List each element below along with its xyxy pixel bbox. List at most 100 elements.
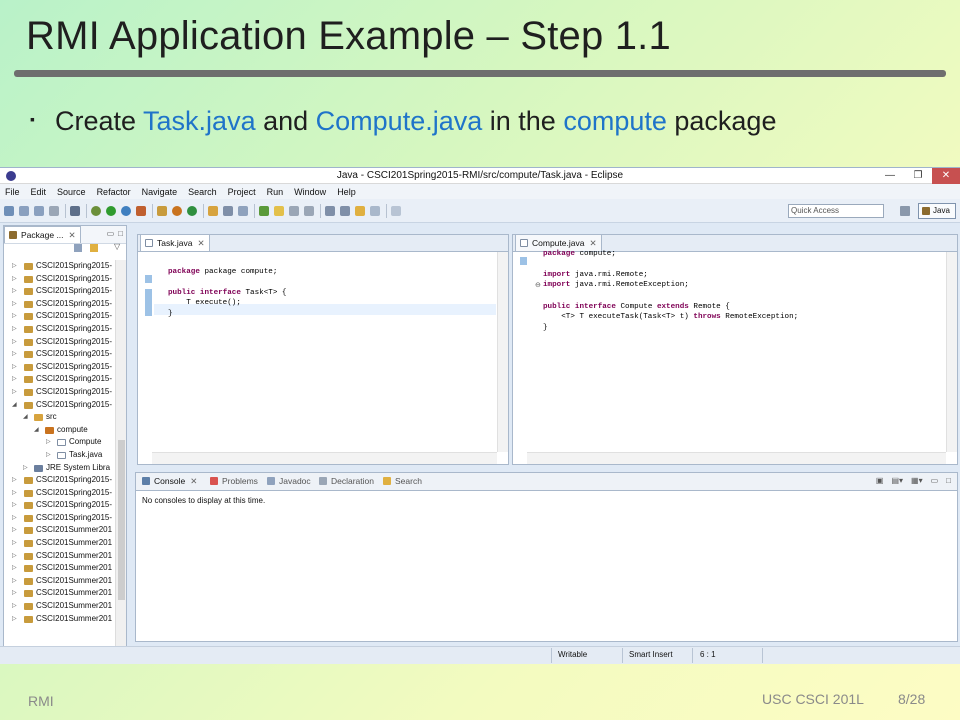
save-all-icon[interactable] <box>34 205 44 216</box>
tree-item[interactable]: ▷ CSCI201Summer201 <box>4 587 116 600</box>
java-perspective-button[interactable]: Java <box>918 203 956 219</box>
tree-item-package[interactable]: ◢ compute <box>4 424 116 437</box>
annotation-icon[interactable] <box>259 205 269 216</box>
menu-source[interactable]: Source <box>57 187 86 197</box>
tree-item-expanded[interactable]: ◢ CSCI201Spring2015- <box>4 399 116 412</box>
new-java-project-icon[interactable] <box>157 205 167 216</box>
menu-help[interactable]: Help <box>337 187 356 197</box>
menu-project[interactable]: Project <box>228 187 256 197</box>
menu-edit[interactable]: Edit <box>31 187 47 197</box>
menu-window[interactable]: Window <box>294 187 326 197</box>
maximize-view-icon[interactable]: □ <box>946 476 951 485</box>
close-icon[interactable]: ✕ <box>190 476 197 486</box>
previous-annotation-icon[interactable] <box>340 205 350 216</box>
tree-item-file[interactable]: ▷ Task.java <box>4 449 116 462</box>
next-annotation-icon[interactable] <box>325 205 335 216</box>
debug-icon[interactable] <box>91 205 101 216</box>
tree-item[interactable]: ▷ CSCI201Spring2015- <box>4 474 116 487</box>
search-icon[interactable] <box>238 205 248 216</box>
view-menu-icon[interactable]: ▽ <box>114 242 120 251</box>
minimize-view-icon[interactable]: ▭ <box>107 229 115 238</box>
display-console-icon[interactable]: ▤▾ <box>891 476 903 485</box>
tree-item[interactable]: ▷ CSCI201Summer201 <box>4 524 116 537</box>
close-icon[interactable]: ✕ <box>197 238 204 248</box>
minimize-view-icon[interactable]: ▭ <box>931 476 939 485</box>
maximize-view-icon[interactable]: □ <box>118 229 123 238</box>
editor-vertical-scrollbar[interactable] <box>946 252 957 452</box>
tree-item[interactable]: ▷ CSCI201Spring2015- <box>4 323 116 336</box>
maximize-button[interactable]: ❐ <box>904 168 932 184</box>
coverage-icon[interactable] <box>121 205 131 216</box>
tab-console[interactable]: Console ✕ <box>142 476 197 487</box>
new-icon[interactable] <box>4 205 14 216</box>
vertical-scrollbar[interactable] <box>115 260 126 660</box>
tree-item[interactable]: ▷ CSCI201Spring2015- <box>4 260 116 273</box>
tree-item[interactable]: ▷ CSCI201Spring2015- <box>4 336 116 349</box>
tree-item[interactable]: ▷ CSCI201Summer201 <box>4 600 116 613</box>
tab-search[interactable]: Search <box>383 476 422 486</box>
tree-item-src[interactable]: ◢ src <box>4 411 116 424</box>
editor-horizontal-scrollbar[interactable] <box>152 452 497 464</box>
tree-item[interactable]: ▷ CSCI201Summer201 <box>4 613 116 626</box>
tree-item[interactable]: ▷ CSCI201Spring2015- <box>4 373 116 386</box>
tree-item[interactable]: ▷ CSCI201Spring2015- <box>4 386 116 399</box>
close-button[interactable]: ✕ <box>932 168 960 184</box>
block-selection-icon[interactable] <box>289 205 299 216</box>
tree-item[interactable]: ▷ CSCI201Summer201 <box>4 562 116 575</box>
save-icon[interactable] <box>19 205 29 216</box>
pin-editor-icon[interactable] <box>391 205 401 216</box>
tree-item[interactable]: ▷ CSCI201Spring2015- <box>4 487 116 500</box>
print-icon[interactable] <box>49 205 59 216</box>
fold-icon[interactable]: ⊖ <box>535 281 541 289</box>
highlight-occurrences-icon[interactable] <box>274 205 284 216</box>
tree-item[interactable]: ▷ CSCI201Spring2015- <box>4 361 116 374</box>
back-icon[interactable] <box>355 205 365 216</box>
tab-declaration[interactable]: Declaration <box>319 476 374 486</box>
collapse-all-icon[interactable] <box>74 244 82 252</box>
tab-problems[interactable]: Problems <box>210 476 258 486</box>
tree-item[interactable]: ▷ CSCI201Summer201 <box>4 575 116 588</box>
tab-task-java[interactable]: Task.java ✕ <box>140 234 210 251</box>
package-explorer-tab[interactable]: Package ... ✕ <box>4 226 81 243</box>
toolbar-separator <box>86 203 87 218</box>
tab-declaration-label: Declaration <box>331 476 374 486</box>
tree-item[interactable]: ▷ CSCI201Summer201 <box>4 550 116 563</box>
new-class-icon[interactable] <box>187 205 197 216</box>
new-console-icon[interactable]: ▦▾ <box>911 476 923 485</box>
menu-search[interactable]: Search <box>188 187 217 197</box>
menu-run[interactable]: Run <box>267 187 284 197</box>
tree-item[interactable]: ▷ CSCI201Spring2015- <box>4 348 116 361</box>
open-console-icon[interactable]: ▣ <box>876 476 884 485</box>
tree-item[interactable]: ▷ CSCI201Spring2015- <box>4 298 116 311</box>
editor-vertical-scrollbar[interactable] <box>497 252 508 452</box>
tree-item[interactable]: ▷ CSCI201Spring2015- <box>4 499 116 512</box>
open-perspective-icon[interactable] <box>900 206 910 216</box>
tree-item-library[interactable]: ▷ JRE System Libra <box>4 462 116 475</box>
tree-item[interactable]: ▷ CSCI201Spring2015- <box>4 512 116 525</box>
scrollbar-thumb[interactable] <box>118 440 125 600</box>
tree-item[interactable]: ▷ CSCI201Spring2015- <box>4 285 116 298</box>
close-icon[interactable]: ✕ <box>69 230 76 240</box>
tree-item[interactable]: ▷ CSCI201Summer201 <box>4 537 116 550</box>
link-editor-icon[interactable] <box>90 244 98 252</box>
show-whitespace-icon[interactable] <box>304 205 314 216</box>
open-type-icon[interactable] <box>208 205 218 216</box>
menu-navigate[interactable]: Navigate <box>142 187 178 197</box>
quick-access-field[interactable]: Quick Access <box>788 204 884 218</box>
open-task-icon[interactable] <box>223 205 233 216</box>
tree-item[interactable]: ▷ CSCI201Spring2015- <box>4 310 116 323</box>
code-area[interactable]: package compute; import java.rmi.Remote;… <box>543 238 798 344</box>
editor-horizontal-scrollbar[interactable] <box>527 452 946 464</box>
run-icon[interactable] <box>106 205 116 216</box>
code-area[interactable]: package package compute; public interfac… <box>168 256 287 330</box>
external-tools-icon[interactable] <box>136 205 146 216</box>
tree-item[interactable]: ▷ CSCI201Spring2015- <box>4 273 116 286</box>
forward-icon[interactable] <box>370 205 380 216</box>
menu-refactor[interactable]: Refactor <box>97 187 131 197</box>
skip-breakpoints-icon[interactable] <box>70 205 80 216</box>
menu-file[interactable]: File <box>5 187 20 197</box>
minimize-button[interactable]: — <box>876 168 904 184</box>
tab-javadoc[interactable]: Javadoc <box>267 476 311 486</box>
tree-item-file[interactable]: ▷ Compute <box>4 436 116 449</box>
new-package-icon[interactable] <box>172 205 182 216</box>
